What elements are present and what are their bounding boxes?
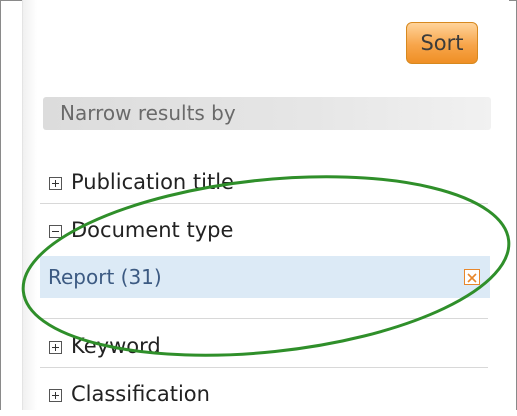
expand-icon[interactable] [49, 177, 62, 190]
facet-label: Classification [71, 382, 210, 406]
collapse-icon[interactable] [49, 225, 62, 238]
facet-label: Document type [71, 218, 234, 242]
facet-label: Keyword [71, 334, 161, 358]
facet-classification[interactable]: Classification [40, 372, 488, 416]
selected-filter-label: Report (31) [48, 265, 162, 289]
divider [40, 318, 488, 319]
facet-publication-title[interactable]: Publication title [40, 160, 488, 204]
facet-label: Publication title [71, 170, 234, 194]
narrow-results-header: Narrow results by [43, 97, 491, 130]
expand-icon[interactable] [49, 341, 62, 354]
facet-document-type[interactable]: Document type [40, 208, 488, 252]
remove-filter-icon[interactable] [464, 269, 480, 285]
sort-button[interactable]: Sort [406, 22, 478, 64]
facet-keyword[interactable]: Keyword [40, 324, 488, 368]
expand-icon[interactable] [49, 389, 62, 402]
close-icon [467, 273, 477, 283]
selected-filter-row[interactable]: Report (31) [40, 256, 490, 298]
